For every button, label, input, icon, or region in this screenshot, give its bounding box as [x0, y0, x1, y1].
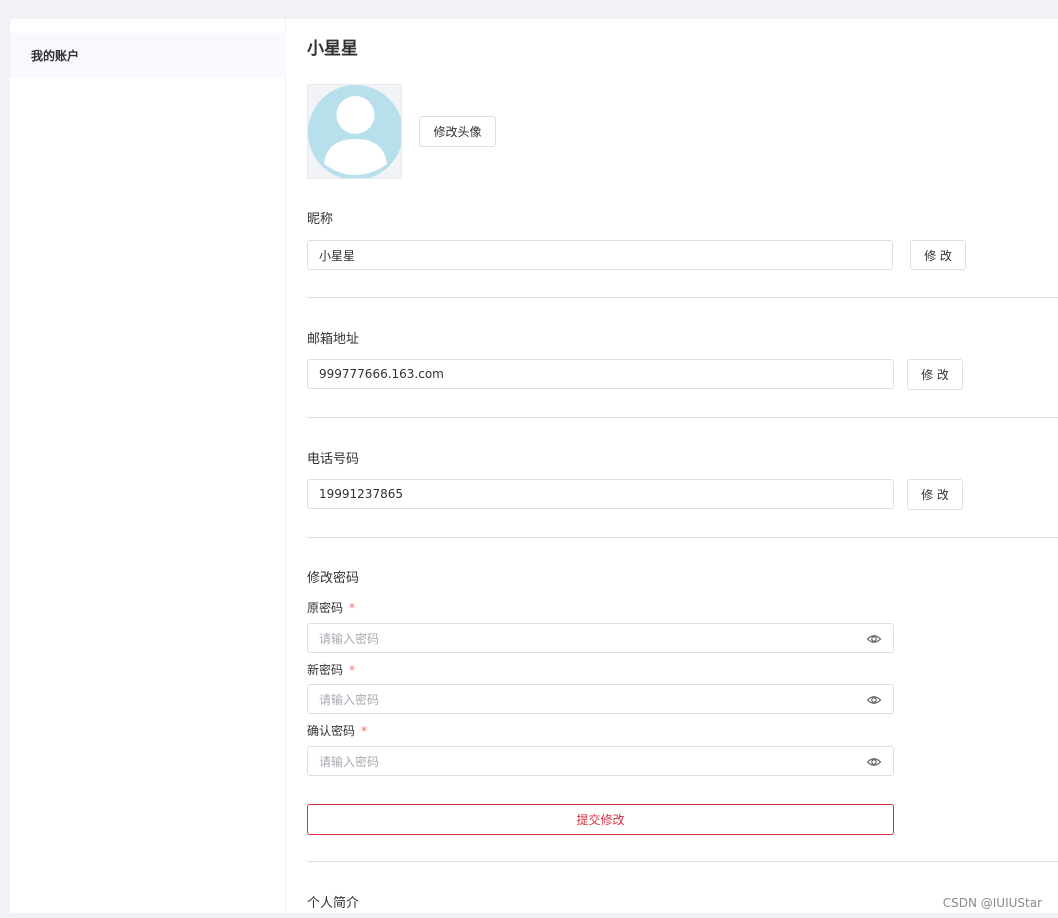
nickname-field[interactable]: 小星星 — [307, 240, 893, 270]
divider — [307, 537, 1058, 538]
bio-label: 个人简介 — [307, 896, 360, 911]
password-section-label: 修改密码 — [307, 571, 360, 586]
page-frame: 我的账户 小星星 修改头像 昵称 小星星 修 改 邮箱地址 999777666.… — [10, 19, 1058, 913]
required-mark: * — [349, 663, 356, 677]
sidebar-item-label: 我的账户 — [31, 49, 80, 63]
modify-email-button[interactable]: 修 改 — [907, 359, 963, 390]
change-avatar-button[interactable]: 修改头像 — [419, 116, 496, 147]
confirm-password-label-text: 确认密码 — [307, 724, 356, 738]
divider — [307, 861, 1058, 862]
old-password-placeholder: 请输入密码 — [319, 631, 380, 646]
modify-nickname-button[interactable]: 修 改 — [910, 240, 966, 270]
old-password-input[interactable]: 请输入密码 — [307, 623, 894, 653]
modify-phone-button[interactable]: 修 改 — [907, 479, 963, 510]
confirm-password-placeholder: 请输入密码 — [319, 754, 380, 769]
eye-icon[interactable] — [866, 692, 882, 708]
email-field[interactable]: 999777666.163.com — [307, 359, 894, 389]
user-avatar-icon — [308, 85, 401, 178]
required-mark: * — [361, 724, 368, 738]
new-password-placeholder: 请输入密码 — [319, 692, 380, 707]
divider — [307, 297, 1058, 298]
avatar — [307, 84, 402, 179]
new-password-label: 新密码 * — [307, 661, 355, 678]
required-mark: * — [349, 601, 356, 615]
nickname-label: 昵称 — [307, 212, 334, 227]
sidebar-item-my-account[interactable]: 我的账户 — [10, 33, 286, 78]
old-password-label-text: 原密码 — [307, 601, 344, 615]
submit-password-button[interactable]: 提交修改 — [307, 804, 894, 835]
phone-label: 电话号码 — [307, 452, 360, 467]
email-label: 邮箱地址 — [307, 332, 360, 347]
old-password-label: 原密码 * — [307, 599, 355, 616]
page-title: 小星星 — [307, 39, 358, 59]
divider — [307, 417, 1058, 418]
phone-field[interactable]: 19991237865 — [307, 479, 894, 509]
eye-icon[interactable] — [866, 754, 882, 770]
new-password-input[interactable]: 请输入密码 — [307, 684, 894, 714]
eye-icon[interactable] — [866, 631, 882, 647]
confirm-password-input[interactable]: 请输入密码 — [307, 746, 894, 776]
watermark: CSDN @IUIUStar — [942, 896, 1042, 910]
new-password-label-text: 新密码 — [307, 663, 344, 677]
confirm-password-label: 确认密码 * — [307, 722, 367, 739]
main-content: 小星星 修改头像 昵称 小星星 修 改 邮箱地址 999777666.163.c… — [307, 19, 1058, 913]
sidebar: 我的账户 — [10, 19, 286, 913]
